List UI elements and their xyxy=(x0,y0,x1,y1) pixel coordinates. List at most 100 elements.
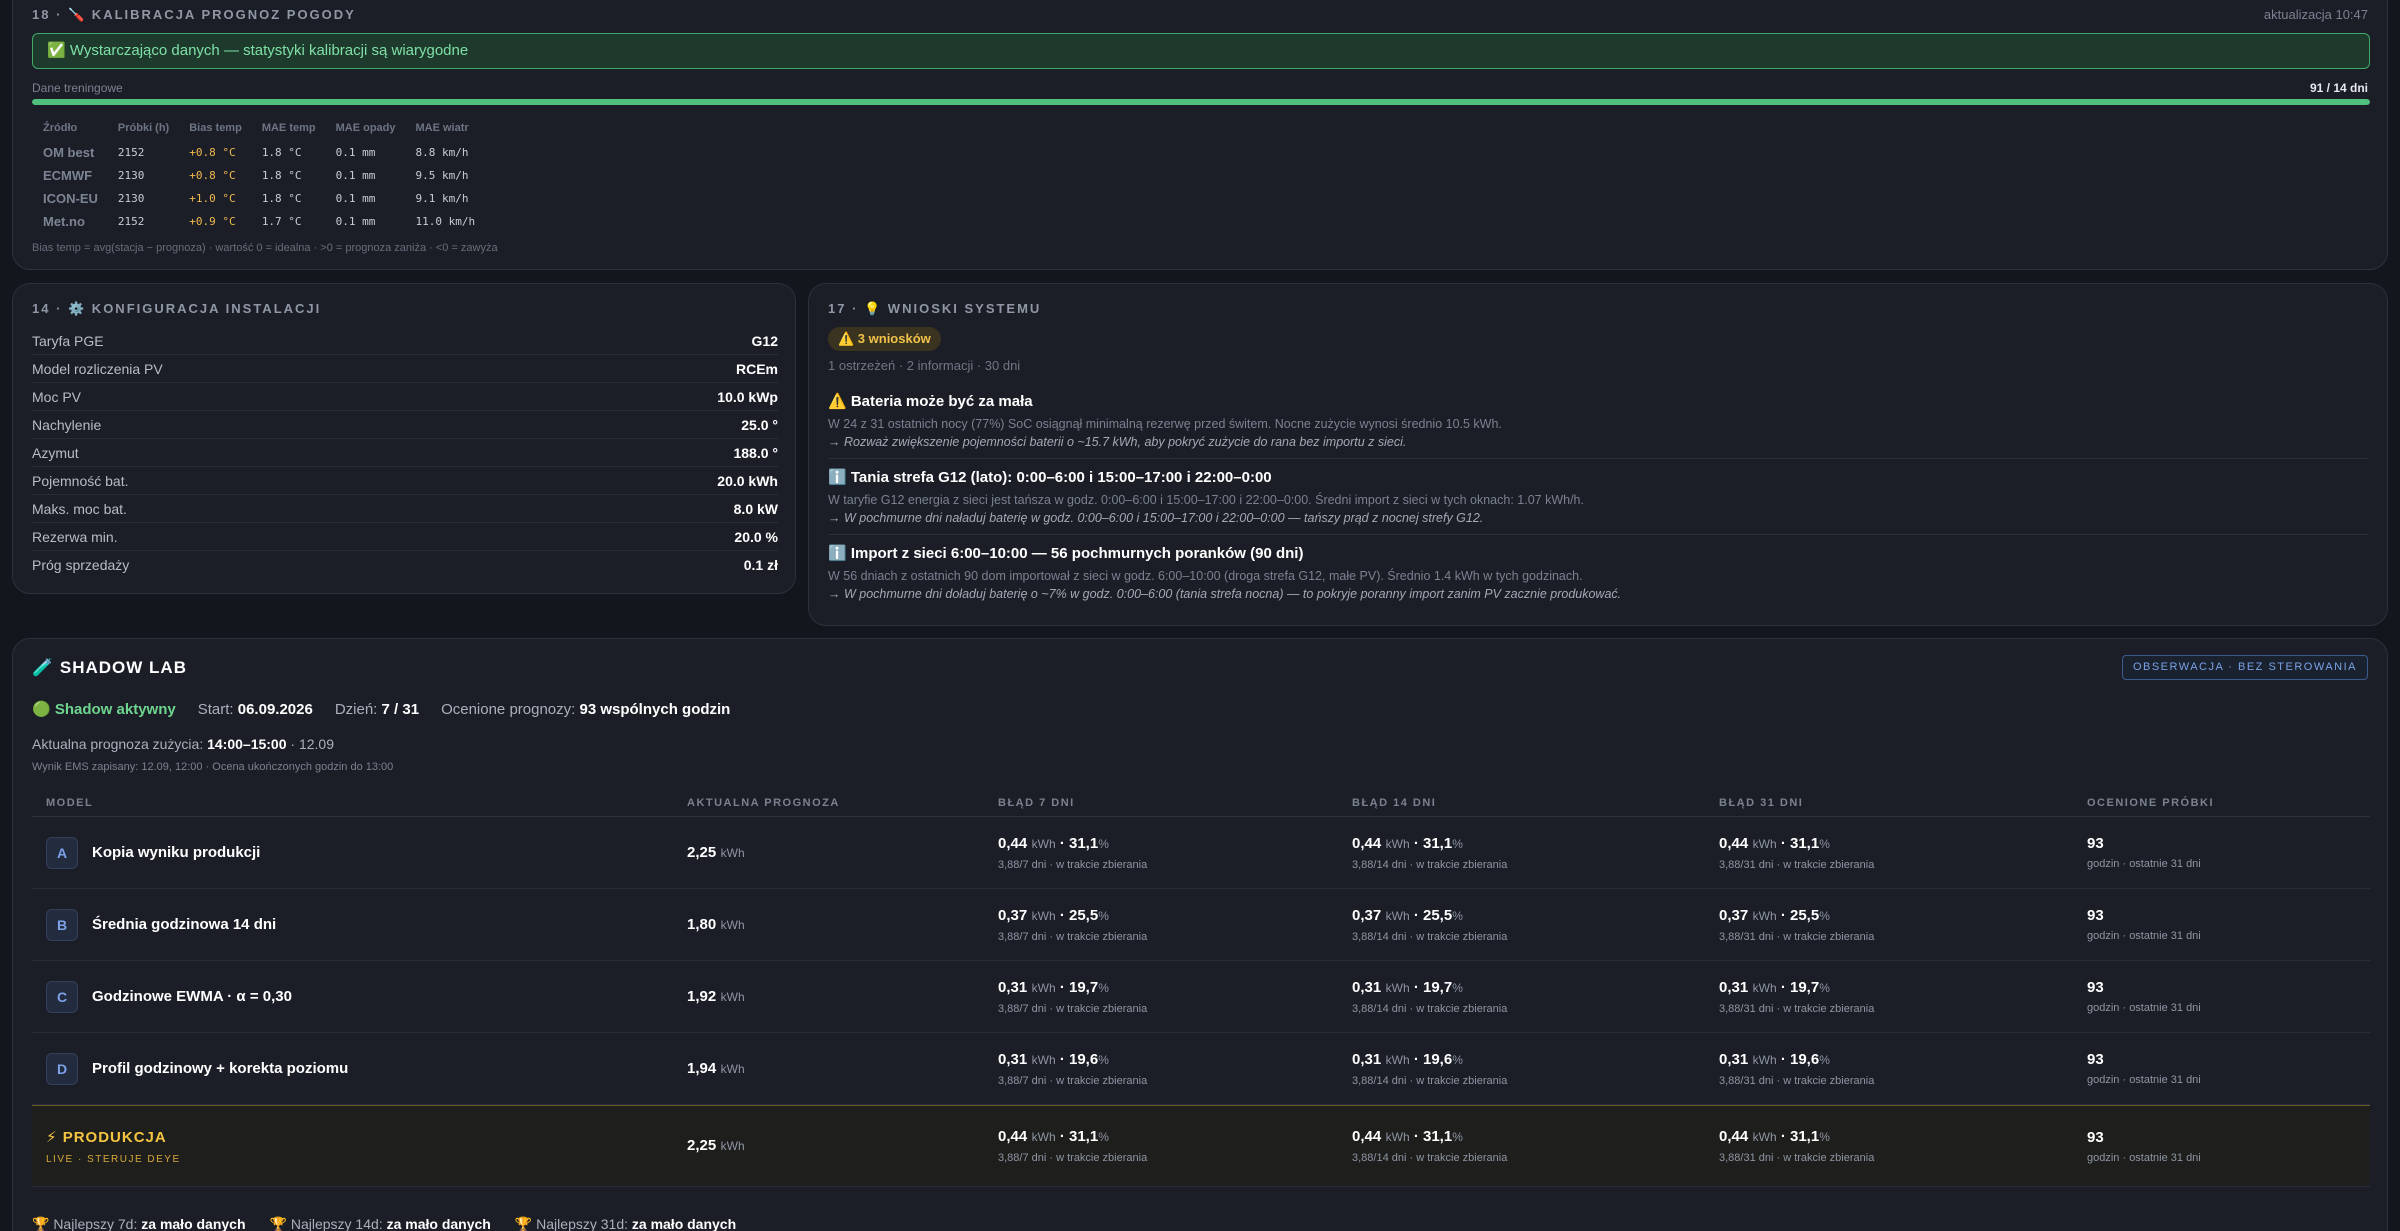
error-subtext: 3,88/14 dni · w trakcie zbierania xyxy=(1352,930,1508,943)
shadow-lab-title: 🧪 SHADOW LAB xyxy=(32,658,187,677)
calibration-col-header: MAE opady xyxy=(335,122,396,134)
error-value: 0,31 xyxy=(1352,1050,1382,1068)
col-error-14d: BŁĄD 14 DNI xyxy=(1352,796,1437,809)
error-subtext: 3,88/7 dni · w trakcie zbierania xyxy=(998,1002,1148,1015)
forecast-cell: 1,94 kWh xyxy=(687,1060,998,1078)
error-14d-cell: 0,31 kWh · 19,6% 3,88/14 dni · w trakcie … xyxy=(1352,1051,1719,1087)
model-letter-badge: D xyxy=(46,1052,78,1085)
config-panel: 14 · ⚙️ KONFIGURACJA INSTALACJI Taryfa P… xyxy=(12,283,796,594)
samples-subtext: godzin · ostatnie 31 dni xyxy=(2087,1151,2201,1164)
config-row: Azymut 188.0 ° xyxy=(32,439,778,467)
error-value: 0,37 xyxy=(1352,906,1382,924)
unit: kWh xyxy=(720,845,745,860)
unit: kWh xyxy=(720,1061,745,1076)
forecast-cell: 2,25 kWh xyxy=(687,844,998,862)
unit: kWh xyxy=(1385,980,1410,995)
calibration-cell-bias: +0.8 °C xyxy=(189,169,236,182)
production-subtitle: LIVE · STERUJE DEYE xyxy=(46,1153,181,1165)
error-percent: 19,6 xyxy=(1423,1050,1453,1068)
forecast-value: 1,94 xyxy=(687,1059,717,1077)
error-subtext: 3,88/31 dni · w trakcie zbierania xyxy=(1719,1002,1875,1015)
error-percent: 31,1 xyxy=(1790,1128,1820,1145)
config-key: Nachylenie xyxy=(32,416,102,433)
insight-detail: W 24 z 31 ostatnich nocy (77%) SoC osiąg… xyxy=(828,417,1502,431)
calibration-cell-mae-rain: 0.1 mm xyxy=(335,169,376,182)
samples-value: 93 xyxy=(2087,979,2104,996)
error-14d-cell: 0,44 kWh · 31,1% 3,88/14 dni · w trakcie … xyxy=(1352,835,1719,871)
error-percent: 19,6 xyxy=(1069,1050,1099,1068)
calibration-cell-bias: +0.8 °C xyxy=(189,146,236,159)
calibration-cell-mae-wind: 9.5 km/h xyxy=(415,169,469,182)
best-7d: 🏆 Najlepszy 7d: za mało danych xyxy=(32,1216,246,1231)
unit: kWh xyxy=(1031,980,1056,995)
config-key: Rezerwa min. xyxy=(32,528,118,545)
model-cell: A Kopia wyniku produkcji xyxy=(32,836,687,869)
col-error-31d: BŁĄD 31 DNI xyxy=(1719,796,1804,809)
forecast-cell: 2,25 kWh xyxy=(687,1137,998,1155)
error-subtext: 3,88/14 dni · w trakcie zbierania xyxy=(1352,1152,1508,1164)
shadow-lab-panel: 🧪 SHADOW LAB OBSERWACJA · BEZ STEROWANIA… xyxy=(12,638,2388,1231)
error-31d-cell: 0,31 kWh · 19,6% 3,88/31 dni · w trakcie … xyxy=(1719,1051,2087,1087)
unit: kWh xyxy=(1385,836,1410,851)
error-value: 0,31 xyxy=(1352,978,1382,996)
error-percent: 31,1 xyxy=(1423,1128,1453,1145)
error-subtext: 3,88/7 dni · w trakcie zbierania xyxy=(998,930,1148,943)
best-label: 🏆 Najlepszy 31d: xyxy=(514,1216,628,1231)
error-percent: 31,1 xyxy=(1790,834,1820,852)
start-label: Start: xyxy=(197,700,234,718)
samples-subtext: godzin · ostatnie 31 dni xyxy=(2087,858,2201,870)
insight-heading: ⚠️ Bateria może być za mała xyxy=(828,393,1033,410)
error-value: 0,44 xyxy=(1352,1128,1382,1145)
config-value: RCEm xyxy=(735,360,778,377)
calibration-cell-mae-temp: 1.8 °C xyxy=(261,146,302,159)
samples-subtext: godzin · ostatnie 31 dni xyxy=(2087,1002,2201,1014)
calibration-cell-source: ECMWF xyxy=(43,168,93,183)
model-cell: C Godzinowe EWMA · α = 0,30 xyxy=(32,980,687,1013)
error-percent: 25,5 xyxy=(1069,906,1099,924)
forecast-value: 1,92 xyxy=(687,987,717,1005)
calibration-row: OM best 2152 +0.8 °C 1.8 °C 0.1 mm 8.8 km/h xyxy=(33,141,485,164)
error-subtext: 3,88/31 dni · w trakcie zbierania xyxy=(1719,930,1875,943)
model-row: C Godzinowe EWMA · α = 0,30 1,92 kWh 0,31 k… xyxy=(32,961,2370,1033)
error-subtext: 3,88/7 dni · w trakcie zbierania xyxy=(998,1074,1148,1087)
config-value: 20.0 % xyxy=(734,528,778,545)
calibration-col-header: Próbki (h) xyxy=(117,122,170,134)
model-cell: D Profil godzinowy + korekta poziomu xyxy=(32,1052,687,1085)
unit: kWh xyxy=(1752,980,1777,995)
error-7d-cell: 0,44 kWh · 31,1% 3,88/7 dni · w trakcie z… xyxy=(998,835,1352,871)
model-cell: B Średnia godzinowa 14 dni xyxy=(32,908,687,941)
config-value: G12 xyxy=(751,332,778,349)
training-progress-bar xyxy=(32,99,2370,105)
unit: kWh xyxy=(720,917,745,932)
bias-footnote: Bias temp = avg(stacja − prognoza) · war… xyxy=(32,242,498,254)
samples-cell: 93 godzin · ostatnie 31 dni xyxy=(2087,835,2370,870)
insight-detail: W taryfie G12 energia z sieci jest tańsz… xyxy=(828,493,1584,507)
unit: kWh xyxy=(1031,836,1056,851)
calibration-col-header: Źródło xyxy=(43,122,78,134)
calibration-cell-mae-temp: 1.7 °C xyxy=(261,215,302,228)
best-value: za mało danych xyxy=(631,1216,737,1231)
config-value: 10.0 kWp xyxy=(717,388,778,405)
production-name: ⚡ PRODUKCJA xyxy=(46,1128,167,1146)
error-7d-cell: 0,37 kWh · 25,5% 3,88/7 dni · w trakcie z… xyxy=(998,907,1352,943)
error-percent: 31,1 xyxy=(1069,834,1099,852)
config-list: Taryfa PGE G12 Model rozliczenia PV RCEm Moc… xyxy=(32,327,778,579)
model-table: MODEL AKTUALNA PROGNOZA BŁĄD 7 DNI BŁĄD … xyxy=(32,789,2370,1187)
config-key: Azymut xyxy=(32,444,79,461)
error-value: 0,37 xyxy=(1719,906,1749,924)
error-percent: 31,1 xyxy=(1069,1128,1099,1145)
config-key: Taryfa PGE xyxy=(32,332,104,349)
start-value: 06.09.2026 xyxy=(237,700,313,718)
calibration-row: Met.no 2152 +0.9 °C 1.7 °C 0.1 mm 11.0 km/h xyxy=(33,210,485,233)
training-value: 91 / 14 dni xyxy=(2309,81,2368,95)
config-row: Model rozliczenia PV RCEm xyxy=(32,355,778,383)
error-14d-cell: 0,44 kWh · 31,1% 3,88/14 dni · w trakcie … xyxy=(1352,1128,1719,1164)
insight-item: ⚠️ Bateria może być za mała W 24 z 31 os… xyxy=(828,392,2368,450)
forecast-date: · 12.09 xyxy=(290,736,334,752)
model-letter-badge: C xyxy=(46,980,78,1013)
error-subtext: 3,88/14 dni · w trakcie zbierania xyxy=(1352,1002,1508,1015)
config-value: 188.0 ° xyxy=(733,444,778,461)
model-letter-badge: B xyxy=(46,908,78,941)
config-row: Pojemność bat. 20.0 kWh xyxy=(32,467,778,495)
error-7d-cell: 0,31 kWh · 19,7% 3,88/7 dni · w trakcie z… xyxy=(998,979,1352,1015)
